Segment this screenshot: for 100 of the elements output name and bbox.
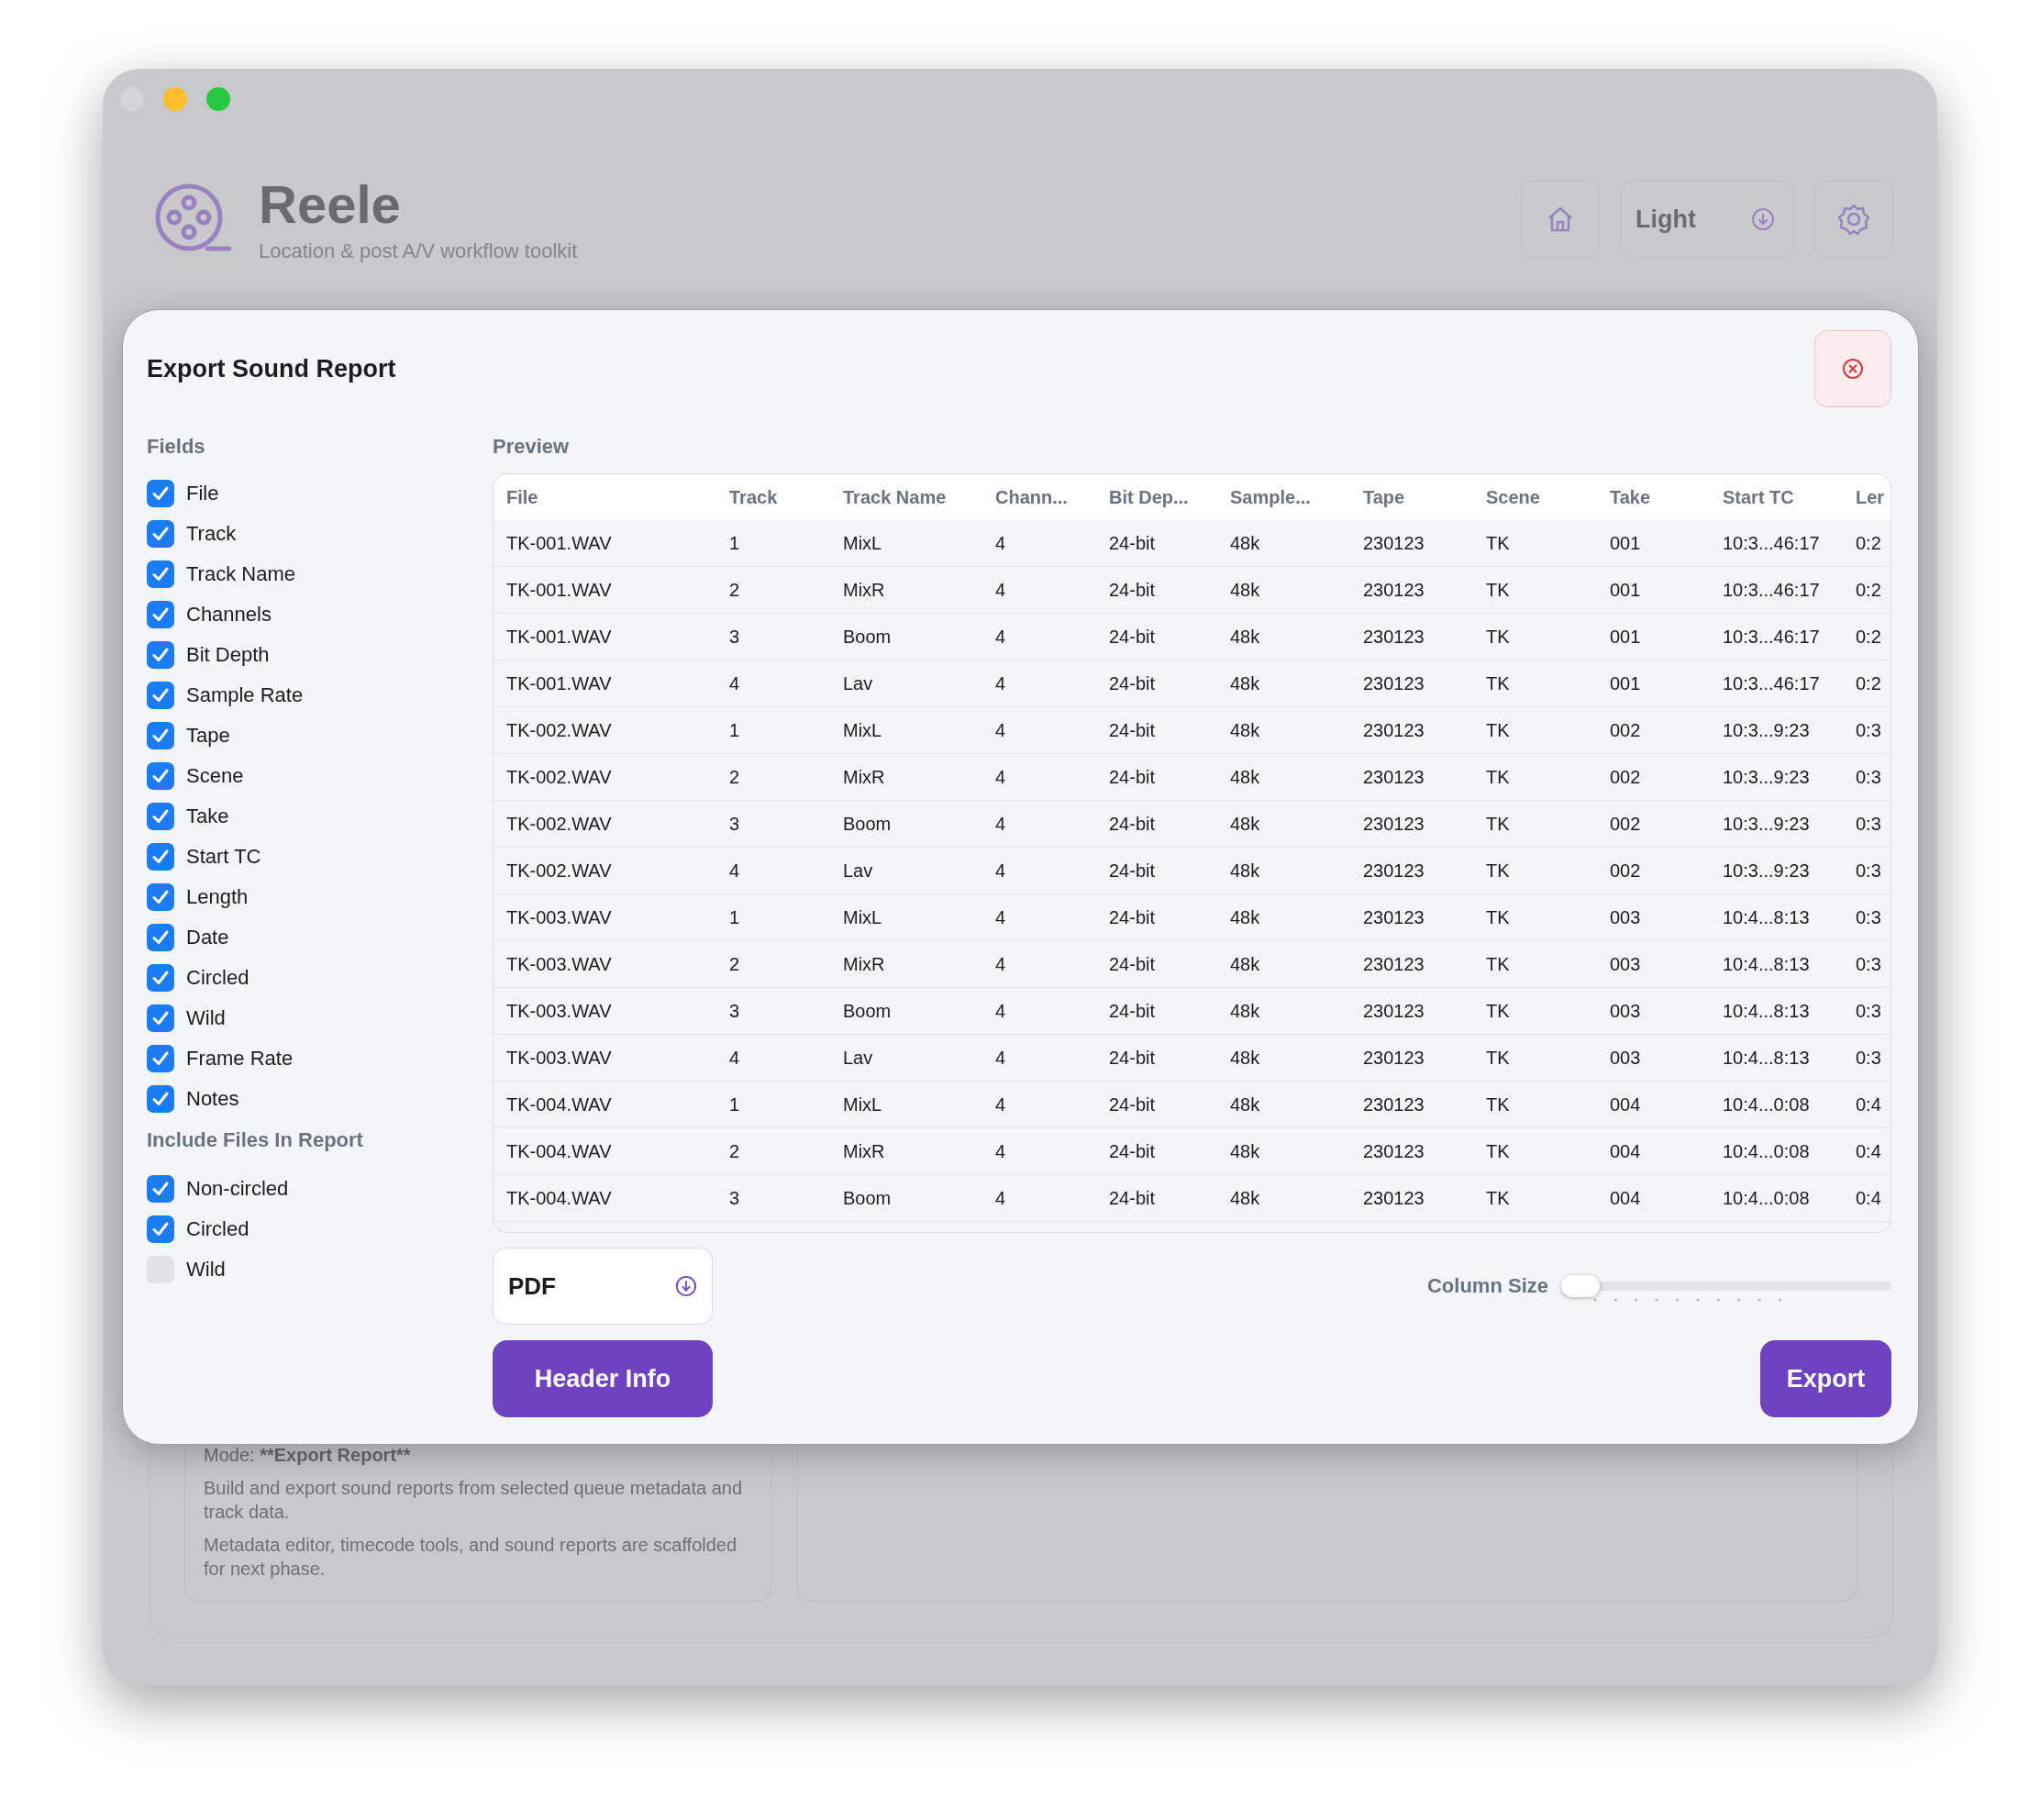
checkbox[interactable] [147, 924, 174, 951]
table-cell-text: 1 [729, 719, 741, 741]
table-cell-text: 230123 [1363, 766, 1425, 788]
table-cell-text: 48k [1230, 579, 1261, 601]
table-cell-text: 4 [995, 766, 1007, 788]
settings-button[interactable] [1814, 181, 1893, 258]
checkbox-label: Track [186, 522, 237, 546]
checkbox[interactable] [147, 883, 174, 911]
checkbox[interactable] [147, 803, 174, 830]
format-dropdown[interactable]: PDF [493, 1248, 713, 1325]
checkbox[interactable] [147, 480, 174, 507]
table-cell-text: MixR [843, 953, 886, 975]
checkbox[interactable] [147, 1085, 174, 1113]
table-cell-text: 10:4...8:13 [1723, 1000, 1811, 1022]
home-button[interactable] [1521, 181, 1600, 258]
table-cell-text: 4 [729, 672, 741, 694]
table-cell-text: TK [1486, 1187, 1511, 1209]
export-button[interactable]: Export [1760, 1340, 1891, 1417]
table-cell-text: 230123 [1363, 532, 1425, 554]
column-header: Chann... [995, 486, 1069, 508]
table-cell-text: 230123 [1363, 1140, 1425, 1162]
column-header: Start TC [1723, 486, 1795, 508]
table-cell-text: TK [1486, 1093, 1511, 1115]
table-cell-text: MixL [843, 532, 883, 554]
column-header: Sample... [1230, 486, 1312, 508]
table-cell-text: 10:3...46:17 [1723, 532, 1821, 554]
table-cell-text: TK-003.WAV [506, 906, 613, 928]
table-cell-text: 003 [1610, 1000, 1642, 1022]
table-cell-text: 230123 [1363, 626, 1425, 648]
table-cell-text: 48k [1230, 672, 1261, 694]
table-cell-text: 230123 [1363, 672, 1425, 694]
table-cell-text: 10:3...9:23 [1723, 860, 1811, 882]
slider-thumb[interactable] [1561, 1275, 1600, 1297]
slider-label: Column Size [1427, 1274, 1548, 1298]
table-cell-text: 230123 [1363, 813, 1425, 835]
table-cell-text: 0:2 [1856, 579, 1882, 601]
table-cell-text: 24-bit [1109, 953, 1157, 975]
table-cell-text: 4 [995, 1140, 1007, 1162]
column-header: Scene [1486, 486, 1541, 508]
table-cell-text: TK [1486, 766, 1511, 788]
table-cell-text: 48k [1230, 906, 1261, 928]
table-cell-text: 10:3...9:23 [1723, 766, 1811, 788]
table-cell-text: 3 [729, 626, 741, 648]
table-cell-text: 4 [995, 860, 1007, 882]
table-cell-text: TK [1486, 579, 1511, 601]
table-cell-text: 230123 [1363, 953, 1425, 975]
table-cell-text: Boom [843, 813, 892, 835]
checkbox-label: Circled [186, 966, 249, 990]
table-cell-text: 230123 [1363, 1093, 1425, 1115]
table-cell-text: TK [1486, 1140, 1511, 1162]
table-cell-text: 230123 [1363, 860, 1425, 882]
checkbox-label: Frame Rate [186, 1047, 294, 1071]
checkbox[interactable] [147, 1215, 174, 1243]
table-cell-text: 10:3...46:17 [1723, 672, 1821, 694]
checkbox[interactable] [147, 722, 174, 749]
table-cell-text: 24-bit [1109, 719, 1157, 741]
table-cell-text: 24-bit [1109, 1187, 1157, 1209]
checkbox[interactable] [147, 1045, 174, 1072]
table-cell-text: TK-002.WAV [506, 766, 613, 788]
table-cell-text: 4 [729, 860, 741, 882]
column-header: Track [729, 486, 779, 508]
table-cell-text: 4 [729, 1047, 741, 1069]
table-cell-text: 0:3 [1856, 719, 1882, 741]
table-cell-text: 24-bit [1109, 1047, 1157, 1069]
checkbox[interactable] [147, 560, 174, 588]
checkbox[interactable] [147, 762, 174, 790]
checkbox-label: Start TC [186, 845, 261, 869]
table-cell-text: 10:4...0:08 [1723, 1093, 1811, 1115]
checkbox[interactable] [147, 601, 174, 628]
table-cell-text: TK [1486, 1000, 1511, 1022]
table-cell-text: Boom [843, 1000, 892, 1022]
section-heading: Fields [147, 435, 206, 460]
table-cell-text: 48k [1230, 1140, 1261, 1162]
table-cell-text: 230123 [1363, 579, 1425, 601]
checkbox[interactable] [147, 682, 174, 709]
table-cell-text: TK [1486, 813, 1511, 835]
header-info-button[interactable]: Header Info [493, 1340, 713, 1417]
close-icon [1842, 358, 1864, 380]
table-cell-text: TK [1486, 906, 1511, 928]
checkbox[interactable] [147, 843, 174, 871]
checkbox[interactable] [147, 964, 174, 992]
checkbox[interactable] [147, 1004, 174, 1032]
close-button[interactable] [1814, 330, 1891, 407]
checkbox[interactable] [147, 641, 174, 669]
table-cell-text: 4 [995, 719, 1007, 741]
table-cell-text: TK-002.WAV [506, 813, 613, 835]
table-cell-text: 1 [729, 532, 741, 554]
column-header: Take [1610, 486, 1652, 508]
table-cell-text: Boom [843, 1187, 892, 1209]
table-cell-text: 0:3 [1856, 860, 1882, 882]
table-cell-text: TK [1486, 719, 1511, 741]
table-cell-text: 230123 [1363, 1187, 1425, 1209]
checkbox-label: Non-circled [186, 1177, 289, 1201]
table-cell-text: MixR [843, 766, 886, 788]
table-cell-text: 0:4 [1856, 1140, 1882, 1162]
checkbox[interactable] [147, 1175, 174, 1203]
table-cell-text: Boom [843, 626, 892, 648]
checkbox[interactable] [147, 520, 174, 548]
table-cell-text: 48k [1230, 860, 1261, 882]
checkbox-label: Notes [186, 1087, 239, 1111]
